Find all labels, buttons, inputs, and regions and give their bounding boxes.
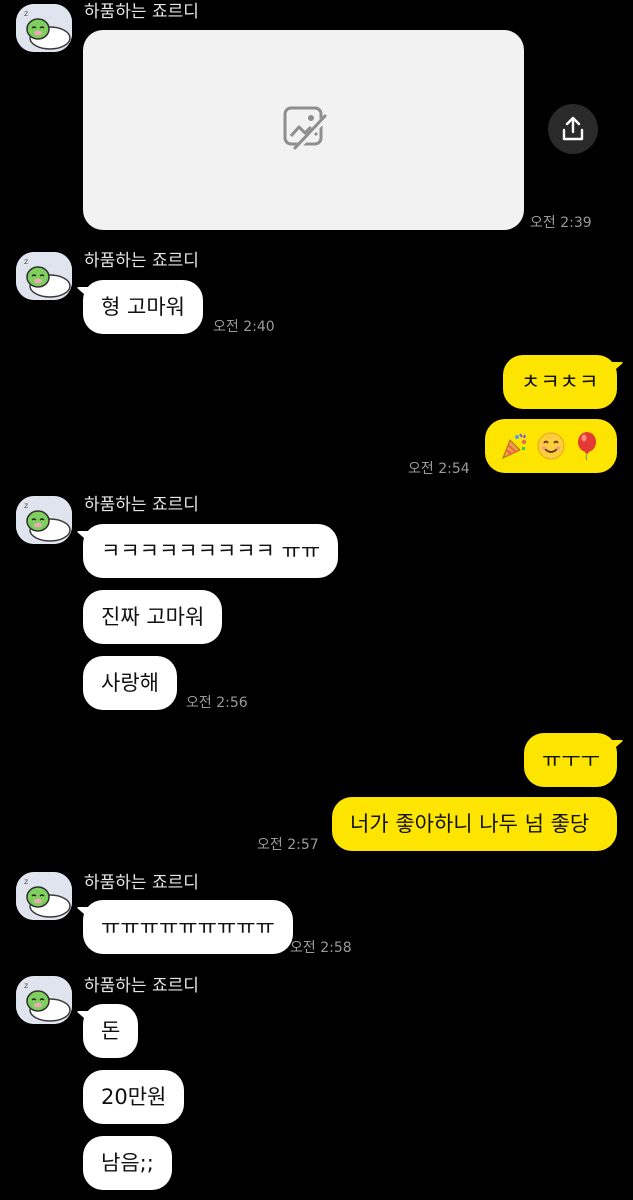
- broken-image-icon: [283, 106, 329, 152]
- svg-text:z: z: [24, 877, 28, 886]
- smiling-face-icon: [537, 432, 565, 460]
- message-time: 오전 2:57: [257, 837, 319, 853]
- svg-text:z: z: [24, 9, 28, 18]
- avatar[interactable]: z: [16, 872, 72, 920]
- message-time: 오전 2:54: [408, 461, 470, 477]
- message-bubble[interactable]: 형 고마워: [83, 280, 203, 334]
- avatar[interactable]: z: [16, 4, 72, 52]
- my-message-bubble[interactable]: 너가 좋아하니 나두 넘 좋당: [332, 797, 617, 851]
- jordy-avatar-icon: z: [16, 252, 72, 300]
- jordy-avatar-icon: z: [16, 872, 72, 920]
- avatar[interactable]: z: [16, 976, 72, 1024]
- message-bubble[interactable]: 진짜 고마워: [83, 590, 223, 644]
- share-button[interactable]: [548, 104, 598, 154]
- share-icon: [562, 116, 584, 141]
- sender-name: 하품하는 죠르디: [84, 2, 199, 22]
- message-time: 오전 2:39: [530, 215, 592, 231]
- my-message-bubble[interactable]: ㅠㅜㅜ: [524, 733, 617, 787]
- message-bubble[interactable]: 남음;;: [83, 1136, 172, 1190]
- balloon-icon: [578, 432, 597, 461]
- jordy-avatar-icon: z: [16, 496, 72, 544]
- avatar[interactable]: z: [16, 496, 72, 544]
- message-bubble[interactable]: ㅋㅋㅋㅋㅋㅋㅋㅋㅋ ㅠㅠ: [83, 524, 339, 578]
- sender-name: 하품하는 죠르디: [84, 976, 199, 996]
- message-time: 오전 2:58: [290, 940, 352, 956]
- image-attachment[interactable]: [83, 30, 524, 230]
- jordy-avatar-icon: z: [16, 4, 72, 52]
- jordy-avatar-icon: z: [16, 976, 72, 1024]
- message-bubble[interactable]: 20만원: [83, 1070, 185, 1124]
- my-emoji-bubble[interactable]: [485, 419, 617, 473]
- svg-text:z: z: [24, 501, 28, 510]
- message-time: 오전 2:40: [213, 319, 275, 335]
- sender-name: 하품하는 죠르디: [84, 495, 199, 515]
- avatar[interactable]: z: [16, 252, 72, 300]
- message-bubble[interactable]: 사랑해: [83, 656, 177, 710]
- message-bubble[interactable]: 돈: [83, 1004, 139, 1058]
- party-popper-icon: [502, 433, 526, 459]
- message-time: 오전 2:56: [186, 695, 248, 711]
- svg-text:z: z: [24, 981, 28, 990]
- sender-name: 하품하는 죠르디: [84, 251, 199, 271]
- my-message-bubble[interactable]: ㅊㅋㅊㅋ: [503, 355, 617, 409]
- svg-text:z: z: [24, 257, 28, 266]
- message-bubble[interactable]: ㅠㅠㅠㅠㅠㅠㅠㅠㅠ: [83, 900, 293, 954]
- sender-name: 하품하는 죠르디: [84, 873, 199, 893]
